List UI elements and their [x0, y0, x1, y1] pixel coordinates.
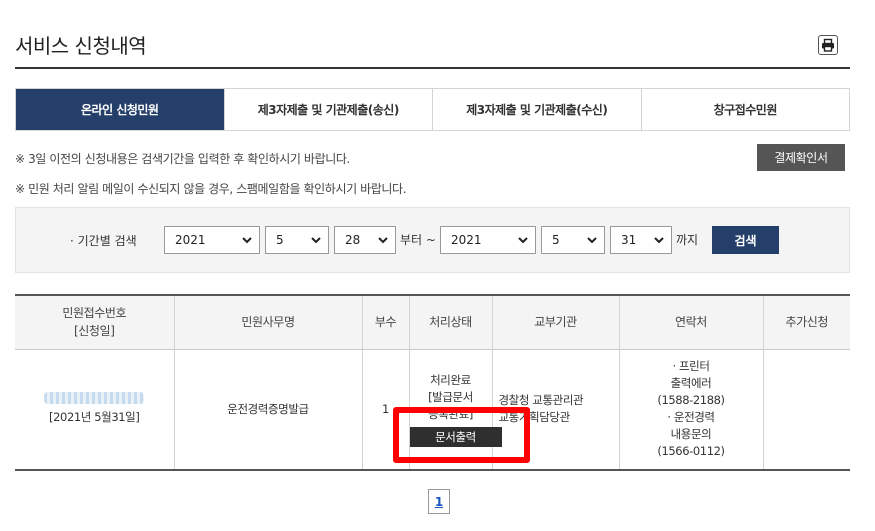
- column-header-service-name: 민원사무명: [173, 294, 362, 350]
- status-text: 처리완료: [430, 372, 471, 387]
- search-button[interactable]: 검색: [712, 226, 779, 254]
- to-year-value: 2021: [451, 233, 482, 247]
- column-header-contact: 연락처: [618, 294, 763, 350]
- chevron-down-icon: [311, 237, 321, 244]
- tab-third-party-received[interactable]: 제3자제출 및 기관제출(수신): [432, 89, 641, 130]
- cell-contact: · 프린터 출력에러 (1588-2188) · 운전경력 내용문의 (1566…: [618, 349, 763, 471]
- from-day-value: 28: [345, 233, 361, 247]
- column-header-extra: 추가신청: [762, 294, 850, 350]
- search-period-label: · 기간별 검색: [70, 234, 137, 248]
- column-header-agency: 교부기관: [491, 294, 619, 350]
- from-month-value: 5: [276, 233, 284, 247]
- pagination-page-1[interactable]: 1: [428, 489, 450, 514]
- redacted-receipt-number: [44, 392, 145, 405]
- to-month-select[interactable]: 5: [541, 226, 605, 254]
- title-divider: [15, 67, 850, 69]
- payment-receipt-button[interactable]: 결제확인서: [757, 144, 845, 171]
- page-title: 서비스 신청내역: [15, 34, 147, 58]
- cell-service-name: 운전경력증명발급: [173, 349, 362, 471]
- apply-date: [2021년 5월31일]: [49, 410, 140, 425]
- from-year-value: 2021: [175, 233, 206, 247]
- chevron-down-icon: [378, 237, 388, 244]
- notice-spam-mail: ※ 민원 처리 알림 메일이 수신되지 않을 경우, 스팸메일함을 확인하시기 …: [15, 182, 407, 196]
- cell-extra: [762, 349, 850, 471]
- contact-line: 내용문의: [670, 427, 712, 442]
- status-detail-1: [발급문서: [428, 389, 473, 404]
- print-button[interactable]: [818, 35, 838, 55]
- to-day-select[interactable]: 31: [610, 226, 672, 254]
- notice-search-period: ※ 3일 이전의 신청내용은 검색기간을 입력한 후 확인하시기 바랍니다.: [15, 152, 350, 166]
- printer-icon: [822, 38, 834, 52]
- table-header-row: 민원접수번호 [신청일] 민원사무명 부수 처리상태 교부기관 연락처 추가신청: [15, 294, 850, 350]
- from-day-select[interactable]: 28: [334, 226, 396, 254]
- from-month-select[interactable]: 5: [265, 226, 329, 254]
- tab-online-application[interactable]: 온라인 신청민원: [16, 89, 224, 130]
- chevron-down-icon: [242, 237, 252, 244]
- from-year-select[interactable]: 2021: [164, 226, 260, 254]
- column-header-status: 처리상태: [408, 294, 492, 350]
- to-month-value: 5: [552, 233, 560, 247]
- to-suffix: 까지: [676, 233, 699, 247]
- chevron-down-icon: [654, 237, 664, 244]
- contact-line: · 프린터: [672, 359, 710, 374]
- chevron-down-icon: [587, 237, 597, 244]
- contact-line: · 운전경력: [667, 410, 715, 425]
- to-day-value: 31: [621, 233, 637, 247]
- to-year-select[interactable]: 2021: [440, 226, 536, 254]
- agency-name: 경찰청 교통관리관: [498, 393, 584, 408]
- contact-line: (1588-2188): [657, 393, 725, 408]
- column-header-copies: 부수: [361, 294, 409, 350]
- from-suffix: 부터 ~: [400, 233, 436, 247]
- contact-line: 출력에러: [670, 376, 712, 391]
- tab-bar: 온라인 신청민원 제3자제출 및 기관제출(송신) 제3자제출 및 기관제출(수…: [15, 88, 850, 131]
- chevron-down-icon: [518, 237, 528, 244]
- tab-counter-application[interactable]: 창구접수민원: [640, 89, 849, 130]
- column-header-receipt-no: 민원접수번호 [신청일]: [15, 294, 174, 350]
- highlight-box: [393, 407, 530, 463]
- contact-line: (1566-0112): [657, 444, 725, 459]
- cell-receipt-no: [2021년 5월31일]: [15, 349, 174, 471]
- column-header-receipt-no-label: 민원접수번호 [신청일]: [62, 306, 127, 339]
- tab-third-party-sent[interactable]: 제3자제출 및 기관제출(송신): [223, 89, 432, 130]
